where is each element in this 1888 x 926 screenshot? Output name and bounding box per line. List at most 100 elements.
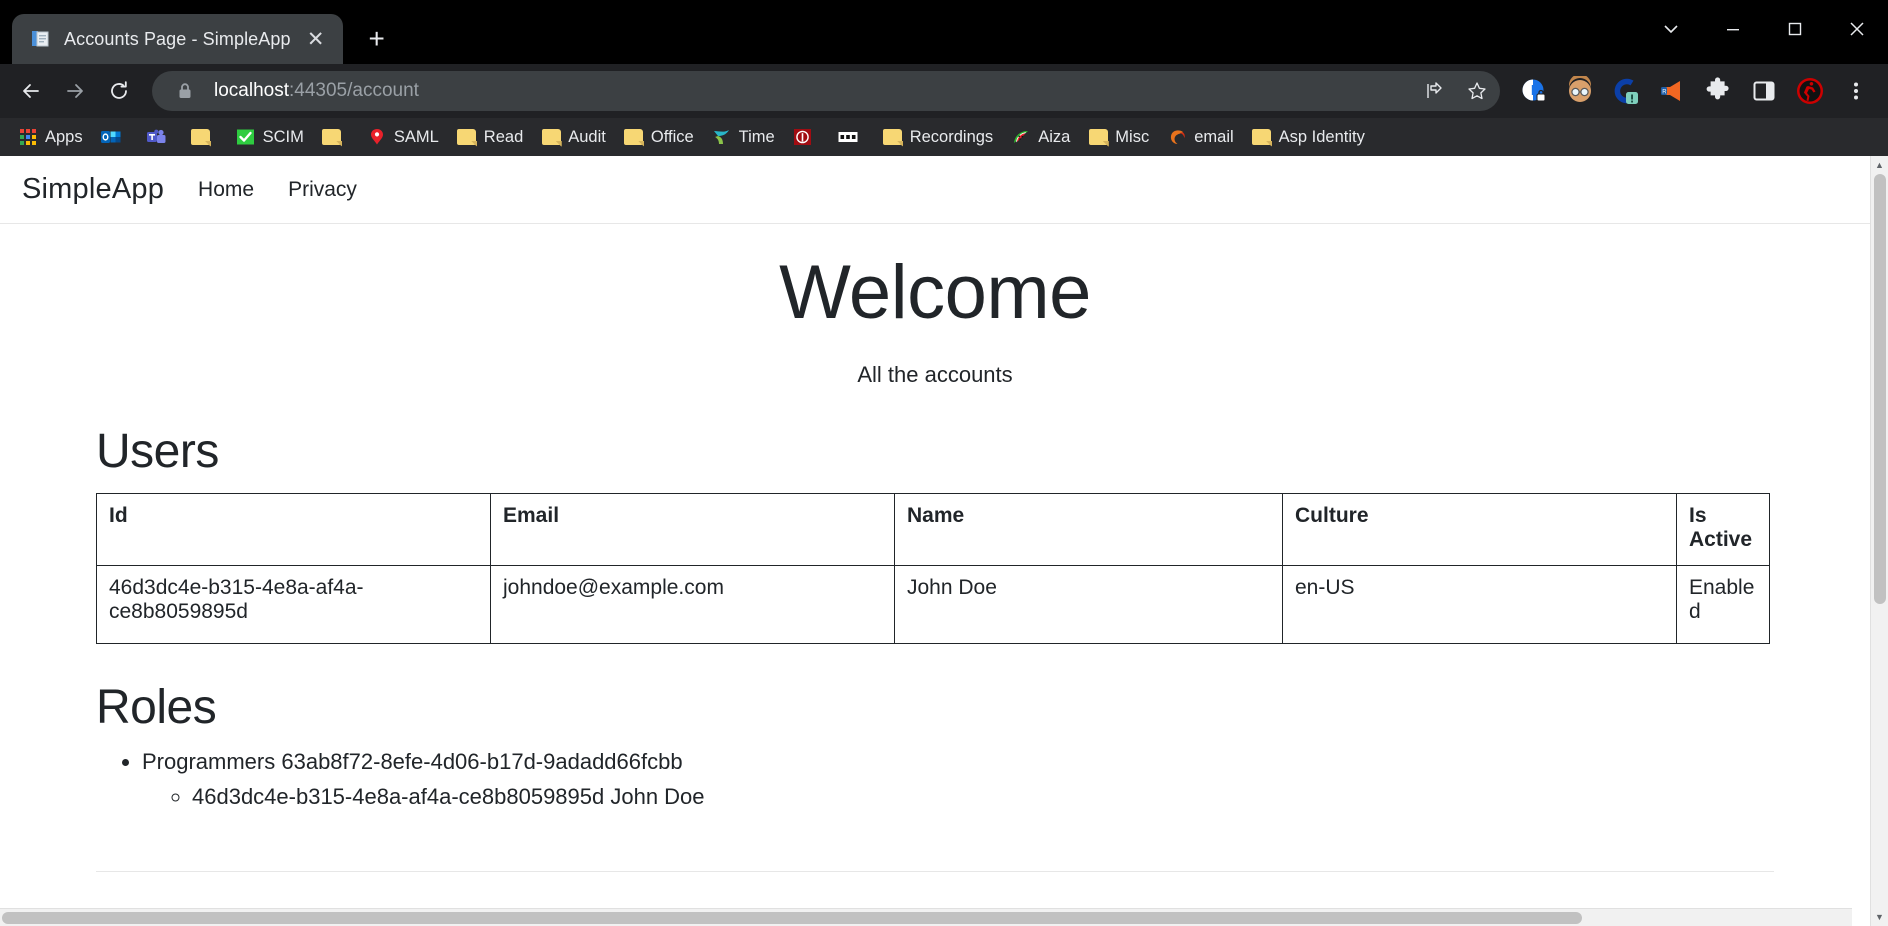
- three-dot-menu-icon[interactable]: [1834, 69, 1878, 113]
- bookmark-teams[interactable]: [138, 123, 181, 151]
- minimize-icon[interactable]: [1702, 0, 1764, 58]
- bookmark-label: Misc: [1115, 127, 1150, 146]
- browser-window: Accounts Page - SimpleApp ✕ + localhost:…: [0, 0, 1888, 926]
- bookmark-dots-site[interactable]: [830, 123, 873, 151]
- bookmark-office[interactable]: Office: [616, 123, 702, 151]
- privacy-badger-extension[interactable]: [1512, 69, 1556, 113]
- back-button[interactable]: [10, 70, 52, 112]
- share-icon[interactable]: [1418, 76, 1448, 106]
- firefox-swirl-icon: [1167, 127, 1187, 147]
- puzzle-piece-icon[interactable]: [1696, 69, 1740, 113]
- red-runner-icon[interactable]: [1788, 69, 1832, 113]
- folder-icon: [624, 127, 644, 147]
- bookmark-recordings[interactable]: Recordings: [875, 123, 1001, 151]
- roles-heading: Roles: [96, 681, 217, 735]
- role-members-list: 46d3dc4e-b315-4e8a-af4a-ce8b8059895d Joh…: [142, 780, 1774, 813]
- bookmark-folder-2[interactable]: [314, 123, 357, 151]
- bookmark-scim[interactable]: SCIM: [228, 123, 312, 151]
- bookmark-label: Aiza: [1038, 127, 1071, 146]
- bookmark-read[interactable]: Read: [449, 123, 531, 151]
- black-dots-icon: [838, 127, 858, 147]
- window-controls: [1640, 0, 1888, 58]
- address-bar[interactable]: localhost:44305/account: [152, 71, 1500, 111]
- bookmark-saml[interactable]: SAML: [359, 123, 447, 151]
- horizontal-scrollbar-thumb[interactable]: [2, 912, 1582, 924]
- users-heading: Users: [96, 425, 219, 479]
- nav-link-home[interactable]: Home: [198, 178, 254, 202]
- list-item: Programmers 63ab8f72-8efe-4d06-b17d-9ada…: [142, 745, 1774, 813]
- bookmark-folder-1[interactable]: [183, 123, 226, 151]
- cell-name: John Doe: [894, 565, 1283, 645]
- bookmark-aiza[interactable]: Aiza: [1003, 123, 1078, 151]
- tab-title: Accounts Page - SimpleApp: [64, 28, 291, 49]
- folder-icon: [322, 127, 342, 147]
- close-icon[interactable]: ✕: [303, 26, 329, 52]
- page-title: Welcome: [779, 250, 1091, 335]
- side-panel-icon[interactable]: [1742, 69, 1786, 113]
- bookmark-label: Asp Identity: [1278, 127, 1365, 146]
- new-tab-button[interactable]: +: [357, 19, 397, 59]
- teal-bird-icon: [712, 127, 732, 147]
- bookmark-asp-identity[interactable]: Asp Identity: [1244, 123, 1373, 151]
- folder-icon: [457, 127, 477, 147]
- bookmark-email[interactable]: email: [1159, 123, 1241, 151]
- reload-button[interactable]: [98, 70, 140, 112]
- nav-link-privacy[interactable]: Privacy: [288, 178, 357, 202]
- forward-button[interactable]: [54, 70, 96, 112]
- site-brand[interactable]: SimpleApp: [22, 173, 164, 206]
- maximize-icon[interactable]: [1764, 0, 1826, 58]
- cell-email: johndoe@example.com: [490, 565, 895, 645]
- bookmark-label: Time: [738, 127, 775, 146]
- bookmark-misc[interactable]: Misc: [1080, 123, 1157, 151]
- bookmark-apps[interactable]: Apps: [10, 123, 91, 151]
- bookmark-label: SCIM: [262, 127, 304, 146]
- scroll-up-arrow[interactable]: ▲: [1871, 156, 1888, 174]
- close-window-icon[interactable]: [1826, 0, 1888, 58]
- folder-icon: [191, 127, 211, 147]
- bookmark-p-site[interactable]: [785, 123, 828, 151]
- table-row: 46d3dc4e-b315-4e8a-af4a-ce8b8059895d joh…: [96, 565, 1770, 645]
- apps-grid-icon: [18, 127, 38, 147]
- url-host: localhost: [214, 80, 289, 101]
- cell-culture: en-US: [1282, 565, 1677, 645]
- column-header-id: Id: [96, 493, 491, 567]
- star-icon[interactable]: [1462, 76, 1492, 106]
- browser-toolbar: localhost:44305/account R: [0, 64, 1888, 118]
- announcement-extension[interactable]: R: [1650, 69, 1694, 113]
- column-header-name: Name: [894, 493, 1283, 567]
- list-item: 46d3dc4e-b315-4e8a-af4a-ce8b8059895d Joh…: [192, 780, 1774, 813]
- green-check-icon: [236, 127, 256, 147]
- red-p-icon: [793, 127, 813, 147]
- users-table-head: Id Email Name Culture Is Active: [96, 493, 1770, 567]
- watermelon-icon: [1011, 127, 1031, 147]
- bookmark-label: email: [1194, 127, 1234, 146]
- sync-extension[interactable]: [1604, 69, 1648, 113]
- browser-tab-accounts-page[interactable]: Accounts Page - SimpleApp ✕: [12, 14, 343, 64]
- vertical-scrollbar[interactable]: ▲ ▼: [1870, 156, 1888, 926]
- users-table: Id Email Name Culture Is Active 46d3dc4e…: [96, 493, 1770, 645]
- horizontal-scrollbar[interactable]: [0, 908, 1852, 926]
- folder-icon: [1252, 127, 1272, 147]
- bookmark-label: Audit: [568, 127, 606, 146]
- vertical-scrollbar-thumb[interactable]: [1874, 174, 1886, 604]
- profile-avatar[interactable]: [1558, 69, 1602, 113]
- page-content: Welcome All the accounts Users Id Email: [0, 224, 1870, 873]
- bookmark-label: Apps: [45, 127, 83, 146]
- folder-icon: [883, 127, 903, 147]
- bookmark-label: Recordings: [909, 127, 994, 146]
- table-header-row: Id Email Name Culture Is Active: [96, 493, 1770, 567]
- bookmark-time[interactable]: Time: [704, 123, 783, 151]
- site-navbar: SimpleApp Home Privacy: [0, 156, 1870, 224]
- bookmark-outlook[interactable]: [93, 123, 136, 151]
- column-header-is-active: Is Active: [1676, 493, 1770, 567]
- role-label: Programmers 63ab8f72-8efe-4d06-b17d-9ada…: [142, 749, 683, 775]
- bookmark-audit[interactable]: Audit: [533, 123, 614, 151]
- url-text: localhost:44305/account: [214, 80, 1404, 102]
- cell-is-active: Enabled: [1676, 565, 1770, 645]
- tab-search-icon[interactable]: [1640, 0, 1702, 58]
- scroll-down-arrow[interactable]: ▼: [1871, 908, 1888, 926]
- outlook-icon: [100, 127, 121, 147]
- column-header-culture: Culture: [1282, 493, 1677, 567]
- lock-icon: [170, 76, 200, 106]
- document-pages-icon: [30, 28, 52, 50]
